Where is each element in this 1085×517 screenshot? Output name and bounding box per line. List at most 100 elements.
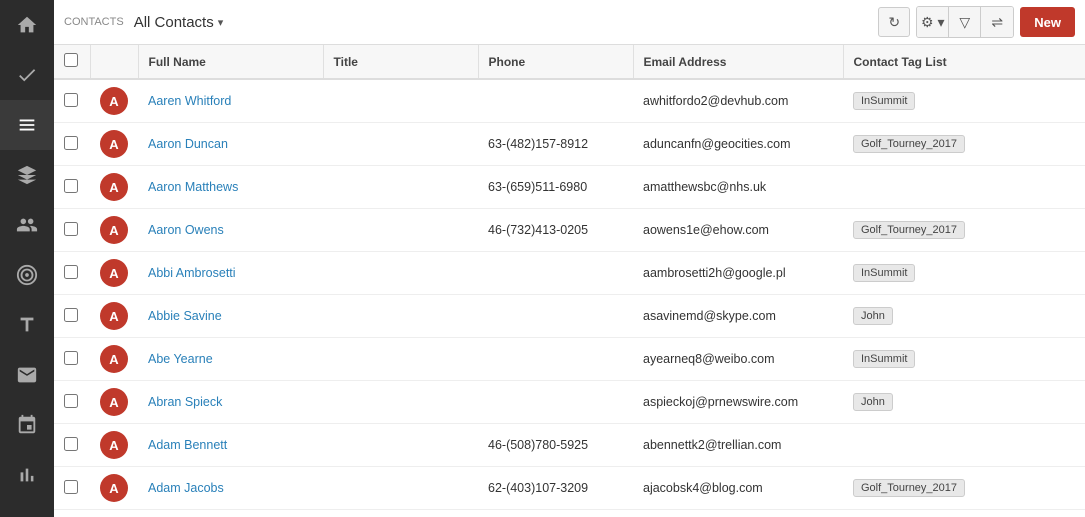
table-body: A Aaren Whitford awhitfordo2@devhub.com InS… [54, 79, 1085, 517]
contact-tags: Golf_Tourney_2017 [843, 209, 1085, 252]
contact-phone: 63-(482)157-8912 [478, 123, 633, 166]
sidebar-item-people[interactable] [0, 200, 54, 250]
row-checkbox[interactable] [64, 394, 78, 408]
contact-phone [478, 338, 633, 381]
avatar: A [100, 87, 128, 115]
row-checkbox[interactable] [64, 437, 78, 451]
table-row: AAbbie Savineasavinemd@skype.comJohn [54, 295, 1085, 338]
refresh-button[interactable]: ↻ [878, 7, 910, 37]
contact-email: areed7w@reference.com [633, 510, 843, 517]
tag-badge: Golf_Tourney_2017 [853, 221, 965, 239]
settings-button[interactable]: ⚙ ▾ [917, 7, 949, 37]
filter-button[interactable]: ▽ [949, 7, 981, 37]
row-checkbox[interactable] [64, 179, 78, 193]
contact-name[interactable]: Abbie Savine [148, 309, 222, 323]
contacts-table-container: Full Name Title Phone Email Address Cont… [54, 45, 1085, 517]
sidebar-item-calendar[interactable] [0, 400, 54, 450]
main-content: CONTACTS All Contacts ▾ ↻ ⚙ ▾ ▽ ⇌ New Fu… [54, 0, 1085, 517]
tag-badge: InSummit [853, 350, 915, 368]
chevron-down-icon: ▾ [218, 16, 224, 29]
contact-title [323, 467, 478, 510]
contact-phone: 62-(403)107-3209 [478, 467, 633, 510]
avatar: A [100, 474, 128, 502]
row-checkbox[interactable] [64, 93, 78, 107]
contact-email: aduncanfn@geocities.com [633, 123, 843, 166]
row-checkbox[interactable] [64, 136, 78, 150]
contact-email: awhitfordo2@devhub.com [633, 79, 843, 123]
row-checkbox[interactable] [64, 480, 78, 494]
contact-tags: Golf_Tourney_2017 [843, 123, 1085, 166]
sidebar-item-contacts[interactable] [0, 100, 54, 150]
contact-title [323, 166, 478, 209]
tag-badge: Golf_Tourney_2017 [853, 479, 965, 497]
header-tags: Contact Tag List [843, 45, 1085, 79]
contact-name[interactable]: Aaron Duncan [148, 137, 228, 151]
header-title: Title [323, 45, 478, 79]
contact-email: aambrosetti2h@google.pl [633, 252, 843, 295]
header-name: Full Name [138, 45, 323, 79]
columns-button[interactable]: ⇌ [981, 7, 1013, 37]
header-checkbox-col [54, 45, 90, 79]
sidebar [0, 0, 54, 517]
sidebar-item-mail[interactable] [0, 350, 54, 400]
contact-email: amatthewsbc@nhs.uk [633, 166, 843, 209]
contact-tags: John [843, 295, 1085, 338]
contact-name[interactable]: Abbi Ambrosetti [148, 266, 236, 280]
table-row: AAdam Bennett46-(508)780-5925abennettk2@… [54, 424, 1085, 467]
contact-email: aowens1e@ehow.com [633, 209, 843, 252]
contact-email: abennettk2@trellian.com [633, 424, 843, 467]
avatar: A [100, 431, 128, 459]
avatar: A [100, 130, 128, 158]
contact-name[interactable]: Abran Spieck [148, 395, 222, 409]
contact-name[interactable]: Aaron Matthews [148, 180, 238, 194]
contacts-dropdown[interactable]: All Contacts ▾ [134, 14, 224, 31]
sidebar-item-chart[interactable] [0, 450, 54, 500]
contact-title [323, 510, 478, 517]
contact-name[interactable]: Adam Jacobs [148, 481, 224, 495]
contact-tags [843, 424, 1085, 467]
contact-phone: 46-(732)413-0205 [478, 209, 633, 252]
table-row: AAdam Jacobs62-(403)107-3209ajacobsk4@bl… [54, 467, 1085, 510]
row-checkbox[interactable] [64, 265, 78, 279]
avatar: A [100, 302, 128, 330]
contact-tags: InSummit [843, 79, 1085, 123]
contact-name[interactable]: Aaron Owens [148, 223, 224, 237]
avatar: A [100, 173, 128, 201]
tag-badge: John [853, 307, 893, 325]
contact-name[interactable]: Adam Bennett [148, 438, 227, 452]
contact-name[interactable]: Aaren Whitford [148, 94, 231, 108]
select-all-checkbox[interactable] [64, 53, 78, 67]
row-checkbox[interactable] [64, 222, 78, 236]
sidebar-item-target[interactable] [0, 250, 54, 300]
contact-name[interactable]: Abe Yearne [148, 352, 213, 366]
row-checkbox[interactable] [64, 308, 78, 322]
table-row: AAdam Reed242-(736)398-3976areed7w@refer… [54, 510, 1085, 517]
contact-title [323, 79, 478, 123]
table-row: A Aaron Duncan 63-(482)157-8912aduncanfn@g… [54, 123, 1085, 166]
contact-title [323, 252, 478, 295]
contact-email: aspieckoj@prnewswire.com [633, 381, 843, 424]
contact-title [323, 295, 478, 338]
contact-title [323, 424, 478, 467]
tag-badge: InSummit [853, 92, 915, 110]
contact-tags: InSummit [843, 338, 1085, 381]
contact-title [323, 123, 478, 166]
table-row: AAaron Matthews63-(659)511-6980amatthews… [54, 166, 1085, 209]
sidebar-item-tasks[interactable] [0, 50, 54, 100]
contact-tags [843, 510, 1085, 517]
table-row: AAbe Yearneayearneq8@weibo.comInSummit [54, 338, 1085, 381]
new-button[interactable]: New [1020, 7, 1075, 37]
contact-title [323, 338, 478, 381]
sidebar-item-home[interactable] [0, 0, 54, 50]
row-checkbox[interactable] [64, 351, 78, 365]
topbar: CONTACTS All Contacts ▾ ↻ ⚙ ▾ ▽ ⇌ New [54, 0, 1085, 45]
sidebar-item-text[interactable] [0, 300, 54, 350]
contact-tags [843, 166, 1085, 209]
tag-badge: InSummit [853, 264, 915, 282]
avatar: A [100, 388, 128, 416]
contact-phone: 242-(736)398-3976 [478, 510, 633, 517]
contacts-table: Full Name Title Phone Email Address Cont… [54, 45, 1085, 517]
table-row: AAbran Spieckaspieckoj@prnewswire.comJoh… [54, 381, 1085, 424]
sidebar-item-buildings[interactable] [0, 150, 54, 200]
header-avatar-col [90, 45, 138, 79]
